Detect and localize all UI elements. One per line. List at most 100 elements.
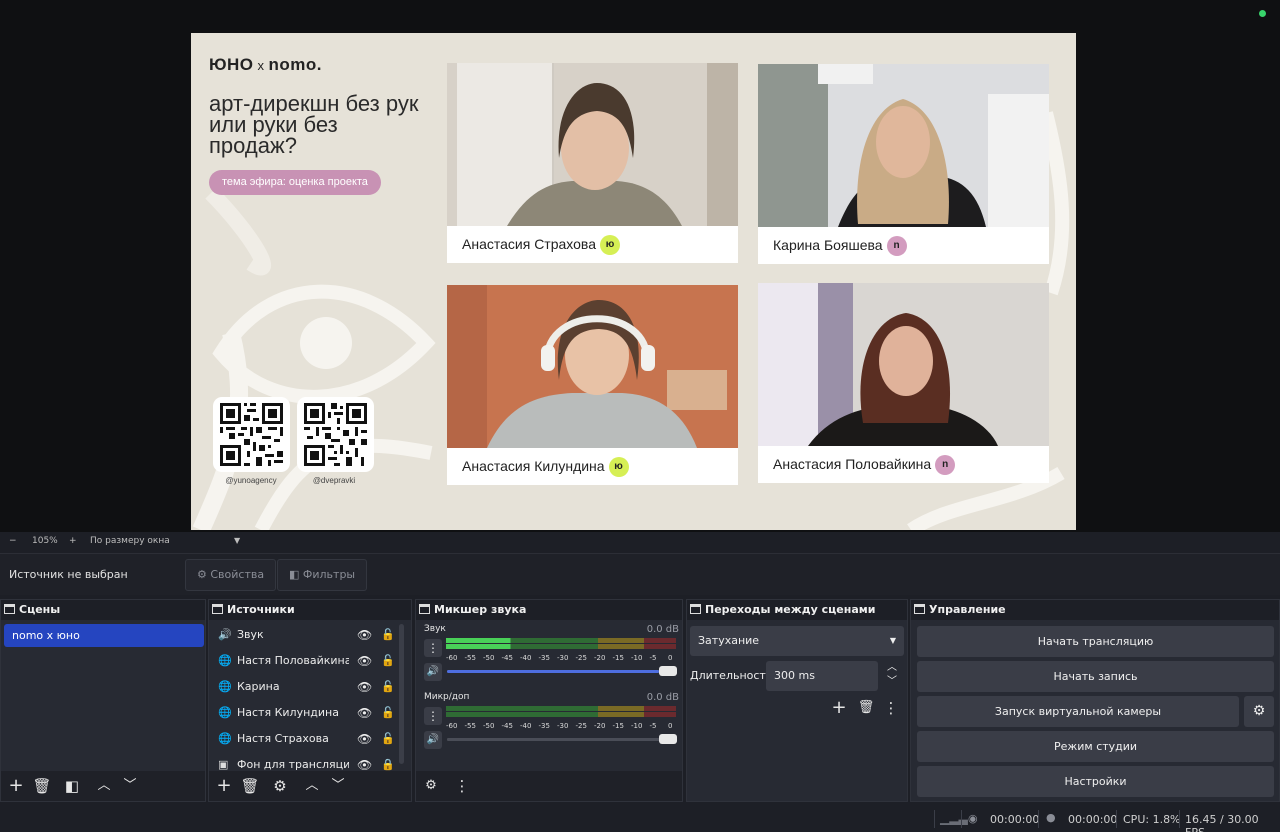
zoom-mode-select[interactable]: По размеру окна: [90, 536, 170, 546]
dock-window-icon[interactable]: [690, 604, 701, 614]
speaker-icon[interactable]: 🔊: [424, 731, 442, 749]
speaker-icon[interactable]: 🔊: [424, 663, 442, 681]
meter-scale-tick: -15: [612, 722, 624, 730]
dock-header: Источники: [209, 600, 411, 620]
stream-time: 00:00:00: [990, 813, 1040, 826]
image-icon: ▣: [218, 758, 229, 771]
stream-preview-canvas[interactable]: ЮНО x nomo. арт-дирекшн без рук или руки б…: [191, 33, 1076, 530]
more-vertical-icon[interactable]: ⋮: [881, 698, 901, 718]
broadcast-headline: арт-дирекшн без рук или руки без продаж?: [209, 91, 419, 158]
gears-icon[interactable]: ⚙: [421, 776, 441, 796]
start-recording-button[interactable]: Начать запись: [917, 661, 1274, 692]
cpu-usage: CPU: 1.8%: [1123, 813, 1181, 826]
more-vertical-icon[interactable]: ⋮: [424, 707, 442, 725]
mixer-toolbar: ⚙ ⋮: [416, 771, 682, 801]
meter-scale-tick: -10: [631, 654, 643, 662]
source-item[interactable]: 🌐 Карина 👁 🔓: [215, 674, 400, 700]
transition-select[interactable]: Затухание ▼: [690, 626, 904, 656]
participant-name-bar: Анастасия Половайкина n: [758, 446, 1049, 483]
globe-icon: 🌐: [218, 680, 232, 693]
dock-window-icon[interactable]: [212, 604, 223, 614]
source-item[interactable]: 🌐 Настя Половайкина 👁 🔓: [215, 648, 400, 674]
chevron-down-icon[interactable]: ▼: [234, 536, 240, 545]
gear-icon[interactable]: ⚙: [270, 776, 290, 796]
duration-input[interactable]: 300 ms: [766, 661, 878, 691]
participant-tile: Карина Бояшева n: [758, 64, 1049, 264]
zoom-in-button[interactable]: +: [69, 536, 77, 546]
signal-bars-icon: ▁▂▃: [940, 811, 968, 825]
volume-meter: -60 -55 -50 -45 -40 -35 -30 -25 -20 -15 -10 -5 0: [446, 638, 676, 662]
move-up-icon[interactable]: ︿: [302, 776, 322, 796]
globe-icon: 🌐: [218, 732, 232, 745]
participant-name-bar: Анастасия Килундина ю: [447, 448, 738, 485]
filter-icon: ◧: [289, 568, 300, 581]
participant-tile: Анастасия Килундина ю: [447, 285, 738, 485]
eye-icon[interactable]: 👁: [357, 726, 372, 752]
meter-scale-tick: -20: [594, 654, 606, 662]
gear-icon[interactable]: ⚙: [1244, 696, 1274, 727]
add-transition-button[interactable]: +: [829, 698, 849, 718]
dock-header: Сцены: [1, 600, 205, 620]
properties-button[interactable]: ⚙ Свойства: [185, 559, 277, 591]
move-down-icon[interactable]: ﹀: [328, 776, 348, 796]
dock-window-icon[interactable]: [4, 604, 15, 614]
source-item[interactable]: 🔊 Звук 👁 🔓: [215, 622, 400, 648]
dock-header: Микшер звука: [416, 600, 682, 620]
scenes-dock: Сцены nomo x юно + 🗑 ◧ ︿ ﹀: [0, 599, 206, 802]
scene-filter-icon[interactable]: ◧: [62, 776, 82, 796]
studio-mode-button[interactable]: Режим студии: [917, 731, 1274, 762]
unlock-icon[interactable]: 🔓: [381, 700, 395, 726]
trash-icon[interactable]: 🗑: [32, 776, 52, 796]
participant-video: [758, 64, 1049, 227]
move-up-icon[interactable]: ︿: [94, 776, 114, 796]
source-item[interactable]: 🌐 Настя Килундина 👁 🔓: [215, 700, 400, 726]
scenes-toolbar: + 🗑 ◧ ︿ ﹀: [1, 771, 205, 801]
slider-handle[interactable]: [659, 734, 677, 744]
meter-scale-tick: -10: [631, 722, 643, 730]
start-streaming-button[interactable]: Начать трансляцию: [917, 626, 1274, 657]
participant-name-bar: Карина Бояшева n: [758, 227, 1049, 264]
meter-scale-tick: -50: [483, 722, 495, 730]
duration-label: Длительность: [690, 669, 773, 682]
eye-icon[interactable]: 👁: [357, 648, 372, 674]
eye-icon[interactable]: 👁: [357, 700, 372, 726]
unlock-icon[interactable]: 🔓: [381, 648, 395, 674]
qr-code-dvepravki: [297, 397, 374, 472]
slider-handle[interactable]: [659, 666, 677, 676]
unlock-icon[interactable]: 🔓: [381, 726, 395, 752]
eye-icon[interactable]: 👁: [357, 674, 372, 700]
more-vertical-icon[interactable]: ⋮: [424, 639, 442, 657]
source-item[interactable]: 🌐 Настя Страхова 👁 🔓: [215, 726, 400, 752]
eye-icon[interactable]: 👁: [357, 622, 372, 648]
sources-scrollbar[interactable]: [399, 624, 404, 764]
volume-slider[interactable]: [447, 734, 677, 744]
add-source-button[interactable]: +: [214, 776, 234, 796]
meter-bar: [446, 706, 676, 711]
dock-window-icon[interactable]: [914, 604, 925, 614]
start-virtual-camera-button[interactable]: Запуск виртуальной камеры: [917, 696, 1239, 727]
qr-handle-dvepravki: @dvepravki: [312, 476, 356, 485]
slider-fill: [447, 738, 659, 741]
volume-slider[interactable]: [447, 666, 677, 676]
add-scene-button[interactable]: +: [6, 776, 26, 796]
scene-item[interactable]: nomo x юно: [4, 624, 204, 647]
more-vertical-icon[interactable]: ⋮: [452, 776, 472, 796]
meter-scale-tick: -40: [520, 654, 532, 662]
unlock-icon[interactable]: 🔓: [381, 622, 395, 648]
move-down-icon[interactable]: ﹀: [120, 776, 140, 796]
chevron-down-icon: ▼: [889, 636, 896, 645]
zoom-out-button[interactable]: −: [9, 536, 17, 546]
dock-window-icon[interactable]: [419, 604, 430, 614]
trash-icon[interactable]: 🗑: [856, 698, 876, 718]
record-status-icon: ●: [1046, 811, 1056, 824]
filters-button[interactable]: ◧ Фильтры: [277, 559, 368, 591]
meter-scale-tick: -5: [649, 654, 657, 662]
meter-bar: [446, 712, 676, 717]
meter-scale-tick: -60: [446, 722, 458, 730]
settings-button[interactable]: Настройки: [917, 766, 1274, 797]
trash-icon[interactable]: 🗑: [240, 776, 260, 796]
meter-scale-tick: -35: [538, 654, 550, 662]
yuno-badge-icon: ю: [599, 235, 620, 256]
unlock-icon[interactable]: 🔓: [381, 674, 395, 700]
duration-stepper[interactable]: ︿ ﹀: [882, 661, 902, 691]
